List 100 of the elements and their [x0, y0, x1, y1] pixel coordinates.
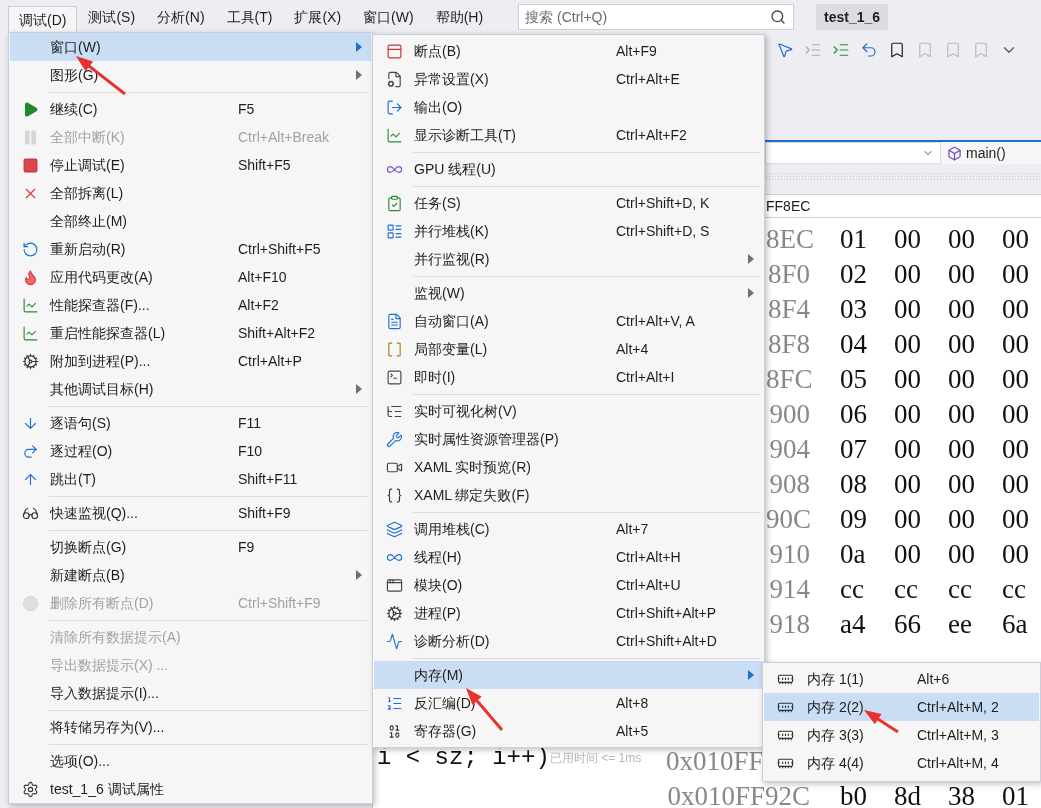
menu-item[interactable]: 线程(H) Ctrl+Alt+H — [374, 543, 763, 571]
memory-byte: 00 — [1002, 506, 1030, 533]
memory-byte: 06 — [840, 401, 868, 428]
menu-item[interactable]: 模块(O) Ctrl+Alt+U — [374, 571, 763, 599]
menu-item[interactable]: 逐过程(O) F10 — [10, 437, 371, 465]
menu-item[interactable]: 进程(P) Ctrl+Shift+Alt+P — [374, 599, 763, 627]
menu-item[interactable]: 局部变量(L) Alt+4 — [374, 335, 763, 363]
menu-item[interactable]: 继续(C) F5 — [10, 95, 371, 123]
indent-icon[interactable] — [804, 41, 822, 59]
memory-address: 914 — [768, 576, 810, 603]
menu-item[interactable]: GPU 线程(U) — [374, 155, 763, 183]
menu-bar-item[interactable]: 工具(T) — [215, 3, 284, 31]
menu-item[interactable]: 跳出(T) Shift+F11 — [10, 465, 371, 493]
parallel-stacks-icon — [385, 222, 403, 240]
wrench-icon — [385, 430, 403, 448]
menu-item[interactable]: 内存 2(2) Ctrl+Alt+M, 2 — [764, 693, 1039, 721]
menu-item[interactable]: 监视(W) — [374, 279, 763, 307]
memory-byte: 0a — [840, 541, 867, 568]
menu-item[interactable]: 寄存器(G) Alt+5 — [374, 717, 763, 745]
menu-bar-item[interactable]: 窗口(W) — [352, 3, 425, 31]
memory-byte: 00 — [894, 401, 922, 428]
memory-byte: 08 — [840, 471, 868, 498]
undo-icon[interactable] — [860, 41, 878, 59]
menu-item[interactable]: 显示诊断工具(T) Ctrl+Alt+F2 — [374, 121, 763, 149]
locals-icon — [385, 340, 403, 358]
memory-byte: cc — [948, 576, 973, 603]
menu-item[interactable]: 将转储另存为(V)... — [10, 713, 371, 741]
menu-item[interactable]: 断点(B) Alt+F9 — [374, 37, 763, 65]
memory-byte: 00 — [1002, 366, 1030, 393]
menu-item[interactable]: 附加到进程(P)... Ctrl+Alt+P — [10, 347, 371, 375]
search-field[interactable]: 搜索 (Ctrl+Q) — [518, 4, 795, 30]
menu-item[interactable]: 重启性能探查器(L) Shift+Alt+F2 — [10, 319, 371, 347]
call-stack-icon — [385, 520, 403, 538]
memory-byte: 00 — [1002, 436, 1030, 463]
memory-address: 904 — [768, 436, 810, 463]
memory-byte: 01 — [840, 226, 868, 253]
cube-icon — [947, 145, 962, 161]
menu-bar-item[interactable]: 帮助(H) — [424, 3, 495, 31]
memory-byte: 38 — [948, 783, 976, 808]
menu-item[interactable]: 即时(I) Ctrl+Alt+I — [374, 363, 763, 391]
menu-item[interactable]: 内存 1(1) Alt+6 — [764, 665, 1039, 693]
menu-item[interactable]: 自动窗口(A) Ctrl+Alt+V, A — [374, 307, 763, 335]
memory-byte: cc — [840, 576, 865, 603]
menu-item[interactable]: XAML 实时预览(R) — [374, 453, 763, 481]
memory-byte: 04 — [840, 331, 868, 358]
menu-item[interactable]: 新建断点(B) — [10, 561, 371, 589]
menu-item[interactable]: 实时可视化树(V) — [374, 397, 763, 425]
menu-item[interactable]: 实时属性资源管理器(P) — [374, 425, 763, 453]
scope-dropdown[interactable] — [765, 142, 941, 164]
pointer-icon[interactable] — [776, 41, 794, 59]
indent-icon[interactable] — [832, 41, 850, 59]
memory-byte: 00 — [948, 226, 976, 253]
module-icon — [385, 576, 403, 594]
menu-item[interactable]: 诊断分析(D) Ctrl+Shift+Alt+D — [374, 627, 763, 655]
menu-item[interactable]: 全部终止(M) — [10, 207, 371, 235]
menu-item[interactable]: 窗口(W) — [10, 33, 371, 61]
disassembly-icon — [385, 694, 403, 712]
chart-icon — [21, 296, 39, 314]
menu-item[interactable]: 输出(O) — [374, 93, 763, 121]
menu-item[interactable]: 调用堆栈(C) Alt+7 — [374, 515, 763, 543]
restart-icon — [21, 240, 39, 258]
menu-bar-item[interactable]: 分析(N) — [146, 3, 216, 31]
memory-byte: 00 — [894, 506, 922, 533]
menu-item[interactable]: 并行堆栈(K) Ctrl+Shift+D, S — [374, 217, 763, 245]
bookmark-icon[interactable] — [888, 41, 906, 59]
menu-item[interactable]: 停止调试(E) Shift+F5 — [10, 151, 371, 179]
menu-item[interactable]: 内存(M) — [374, 661, 763, 689]
menu-bar-item[interactable]: 扩展(X) — [283, 3, 353, 31]
memory-byte: 00 — [948, 541, 976, 568]
menu-item[interactable]: 逐语句(S) F11 — [10, 409, 371, 437]
menu-item[interactable]: 其他调试目标(H) — [10, 375, 371, 403]
menu-item[interactable]: 快速监视(Q)... Shift+F9 — [10, 499, 371, 527]
menu-item[interactable]: 重新启动(R) Ctrl+Shift+F5 — [10, 235, 371, 263]
menu-item[interactable]: XAML 绑定失败(F) — [374, 481, 763, 509]
menu-item[interactable]: 并行监视(R) — [374, 245, 763, 273]
menu-item[interactable]: 选项(O)... — [10, 747, 371, 775]
diagnostics-icon — [385, 632, 403, 650]
memory-byte: 00 — [1002, 296, 1030, 323]
gears-icon — [21, 352, 39, 370]
memory-byte: 02 — [840, 261, 868, 288]
memory-byte: 00 — [948, 296, 976, 323]
menu-item[interactable]: 应用代码更改(A) Alt+F10 — [10, 263, 371, 291]
menu-bar-item[interactable]: 调试(D) — [8, 6, 78, 34]
memory-byte: cc — [1002, 576, 1027, 603]
memory-address: 918 — [768, 611, 810, 638]
menu-item[interactable]: 内存 3(3) Ctrl+Alt+M, 3 — [764, 721, 1039, 749]
terminal-icon — [385, 368, 403, 386]
menu-item[interactable]: 全部拆离(L) — [10, 179, 371, 207]
search-icon — [770, 9, 787, 25]
menu-bar-item[interactable]: 测试(S) — [77, 3, 147, 31]
menu-item[interactable]: 内存 4(4) Ctrl+Alt+M, 4 — [764, 749, 1039, 777]
memory-byte: 00 — [894, 261, 922, 288]
menu-item[interactable]: 性能探查器(F)... Alt+F2 — [10, 291, 371, 319]
memory-byte: 00 — [948, 401, 976, 428]
menu-item[interactable]: 切换断点(G) F9 — [10, 533, 371, 561]
menu-item[interactable]: test_1_6 调试属性 — [10, 775, 371, 803]
memory-byte: 00 — [1002, 226, 1030, 253]
menu-item[interactable]: 导入数据提示(I)... — [10, 679, 371, 707]
chart-icon — [385, 126, 403, 144]
menu-item[interactable]: 异常设置(X) Ctrl+Alt+E — [374, 65, 763, 93]
